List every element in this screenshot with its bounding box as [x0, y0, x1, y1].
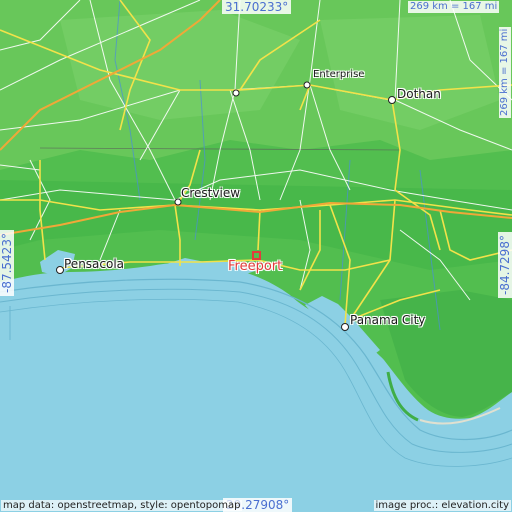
coord-right-longitude: -84.7298° — [498, 232, 512, 298]
city-label-pensacola: Pensacola — [64, 257, 125, 271]
attribution-image-processing: image proc.: elevation.city — [373, 500, 511, 511]
enterprise-marker — [303, 81, 311, 89]
dothan-marker — [388, 96, 396, 104]
city-label-enterprise: Enterprise — [313, 69, 365, 80]
city-label-panama-city: Panama City — [350, 313, 426, 327]
map-canvas — [0, 0, 512, 467]
panama-city-marker — [341, 323, 349, 331]
scale-horizontal: 269 km = 167 mi — [408, 1, 500, 13]
city-label-freeport: Freeport — [228, 259, 283, 274]
scale-vertical: 269 km = 167 mi — [499, 26, 511, 118]
coord-left-longitude: -87.5423° — [0, 230, 14, 296]
coord-top-latitude: 31.70233° — [222, 0, 292, 14]
map-view[interactable]: Enterprise Dothan Crestview Pensacola Fr… — [0, 0, 512, 512]
city-label-crestview: Crestview — [181, 186, 241, 200]
city-label-dothan: Dothan — [397, 87, 441, 101]
pensacola-marker — [56, 266, 64, 274]
attribution-map-data: map data: openstreetmap, style: opentopo… — [1, 500, 243, 511]
